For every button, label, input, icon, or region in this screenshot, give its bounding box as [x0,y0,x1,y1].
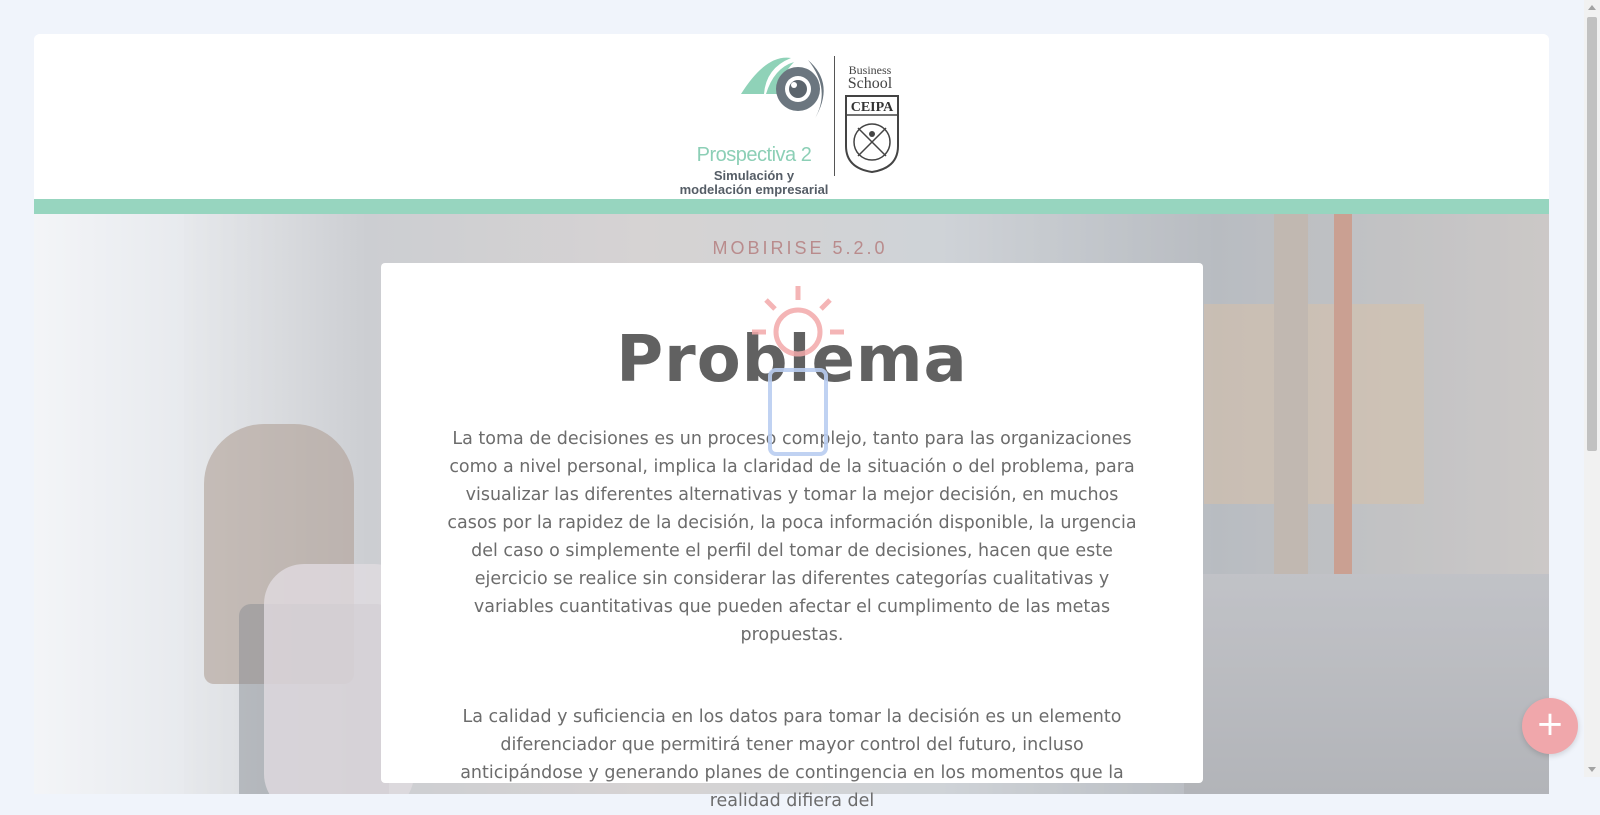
logo-subtitle-line-1: Simulación y [713,168,795,183]
ceipa-name: CEIPA [851,100,894,115]
logo-subtitle: Simulación y modelación empresarial [670,169,838,197]
mobirise-badge: MOBIRISE 5.2.0 [712,238,888,258]
mint-accent-bar [34,199,1549,214]
vertical-scrollbar[interactable] [1584,0,1600,777]
add-button[interactable]: + [1522,698,1578,754]
site-header: Prospectiva 2 Simulación y modelación em… [34,34,1549,199]
scroll-up-arrow-icon[interactable] [1584,0,1600,16]
ceipa-shield-icon: CEIPA [845,95,899,174]
scrollbar-thumb[interactable] [1587,17,1597,451]
sun-icon [752,286,844,357]
problem-paragraph-2: La calidad y suficiencia en los datos pa… [460,707,1124,811]
logo-subtitle-line-2: modelación empresarial [679,182,829,197]
logo-title: Prospectiva 2 [696,144,812,166]
business-school-logo[interactable]: Business School [820,64,920,92]
problem-paragraph-1: La toma de decisiones es un proceso comp… [447,429,1137,645]
school-line-2: School [847,75,893,92]
phone-icon [768,368,828,456]
scroll-down-arrow-icon[interactable] [1584,761,1600,777]
